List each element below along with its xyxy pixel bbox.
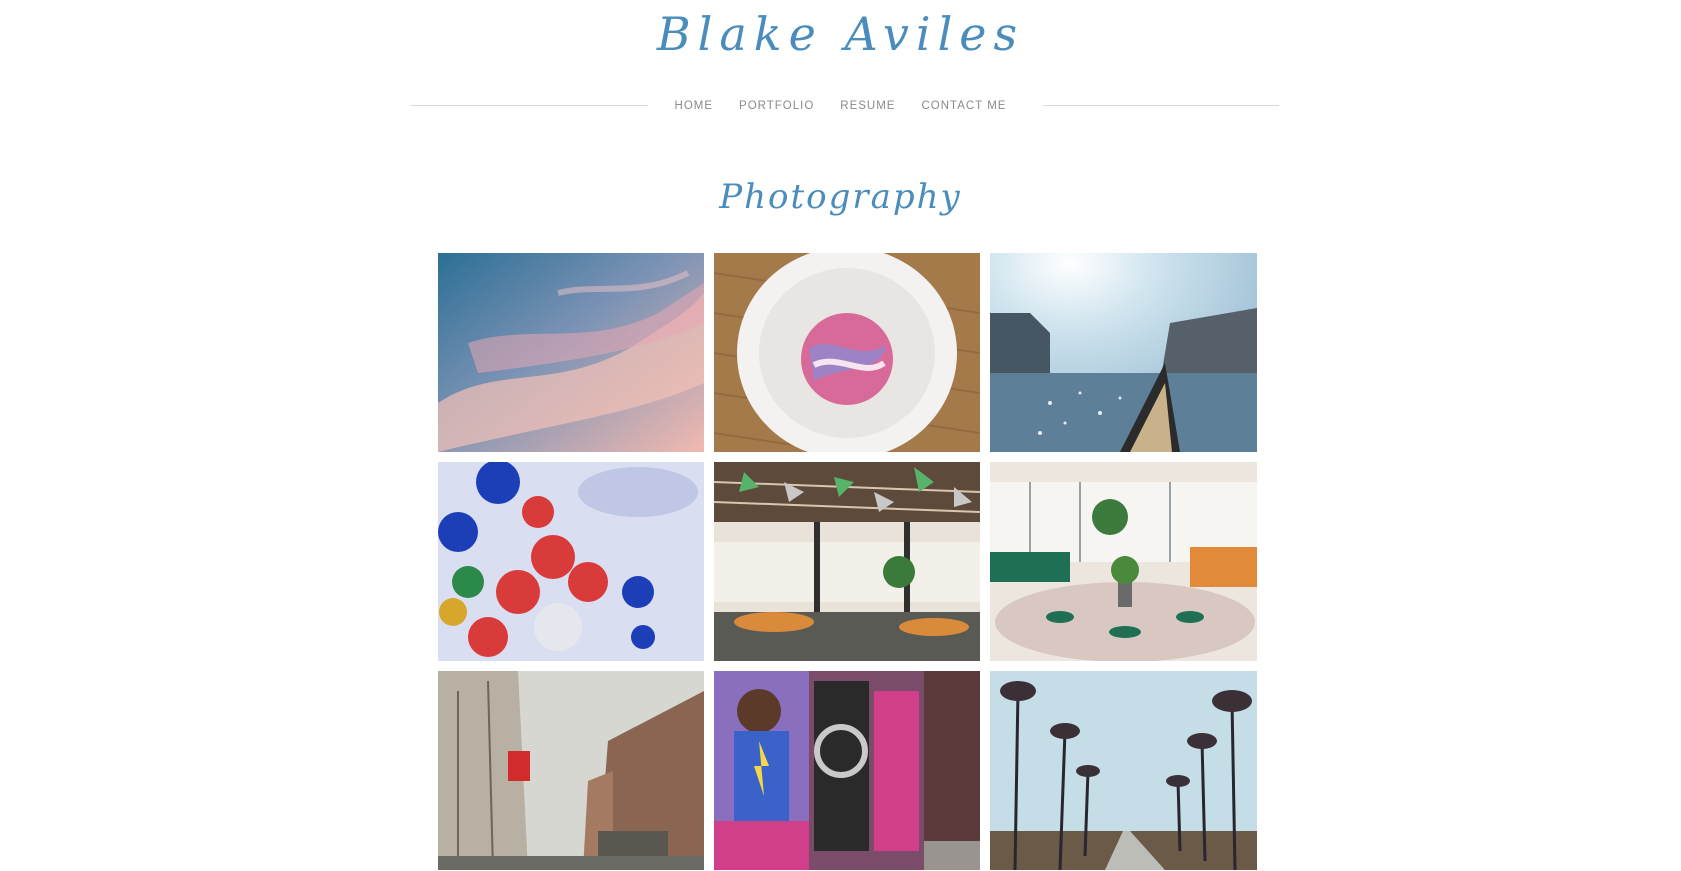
gallery-photo-mural[interactable] <box>714 671 980 870</box>
gallery-photo-city-street[interactable] <box>438 671 704 870</box>
section-title: Photography <box>719 177 962 217</box>
gallery-photo-event-venue[interactable] <box>714 462 980 661</box>
nav-divider-right <box>1043 105 1279 106</box>
nav-item-contact-me[interactable]: CONTACT ME <box>921 95 1006 117</box>
nav-item-portfolio[interactable]: PORTFOLIO <box>739 95 814 117</box>
site-title[interactable]: Blake Aviles <box>0 4 1681 64</box>
nav-links: HOME PORTFOLIO RESUME CONTACT ME <box>0 95 1681 117</box>
nav-item-home[interactable]: HOME <box>675 95 714 117</box>
nav-item-resume[interactable]: RESUME <box>840 95 895 117</box>
gallery-photo-palm-road[interactable] <box>990 671 1257 870</box>
photo-gallery <box>438 253 1258 870</box>
main-nav: HOME PORTFOLIO RESUME CONTACT ME <box>0 95 1681 117</box>
gallery-photo-venice-canal[interactable] <box>990 253 1257 452</box>
gallery-photo-sky-clouds[interactable] <box>438 253 704 452</box>
gallery-photo-plate-dessert[interactable] <box>714 253 980 452</box>
gallery-photo-balloons[interactable] <box>438 462 704 661</box>
gallery-photo-banquet-table[interactable] <box>990 462 1257 661</box>
